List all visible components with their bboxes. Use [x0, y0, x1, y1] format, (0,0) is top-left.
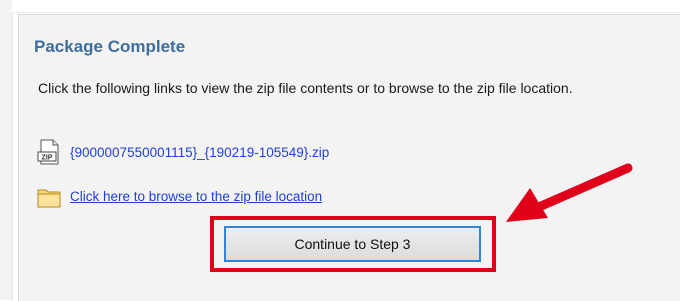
zip-file-icon: ZIP	[36, 139, 62, 165]
folder-icon	[36, 184, 62, 210]
window-left-edge	[0, 0, 13, 300]
window-top-edge	[12, 0, 680, 13]
continue-to-step-3-button[interactable]: Continue to Step 3	[224, 226, 481, 262]
panel-title: Package Complete	[34, 37, 186, 56]
zip-link-row[interactable]: ZIP {9000007550001115}_{190219-105549}.z…	[36, 139, 329, 165]
red-arrow-icon	[506, 163, 633, 222]
instructions-text: Click the following links to view the zi…	[38, 80, 573, 96]
browse-location-link[interactable]: Click here to browse to the zip file loc…	[70, 189, 322, 204]
folder-link-row[interactable]: Click here to browse to the zip file loc…	[36, 184, 322, 210]
svg-text:ZIP: ZIP	[42, 155, 53, 162]
zip-file-link[interactable]: {9000007550001115}_{190219-105549}.zip	[70, 145, 329, 160]
